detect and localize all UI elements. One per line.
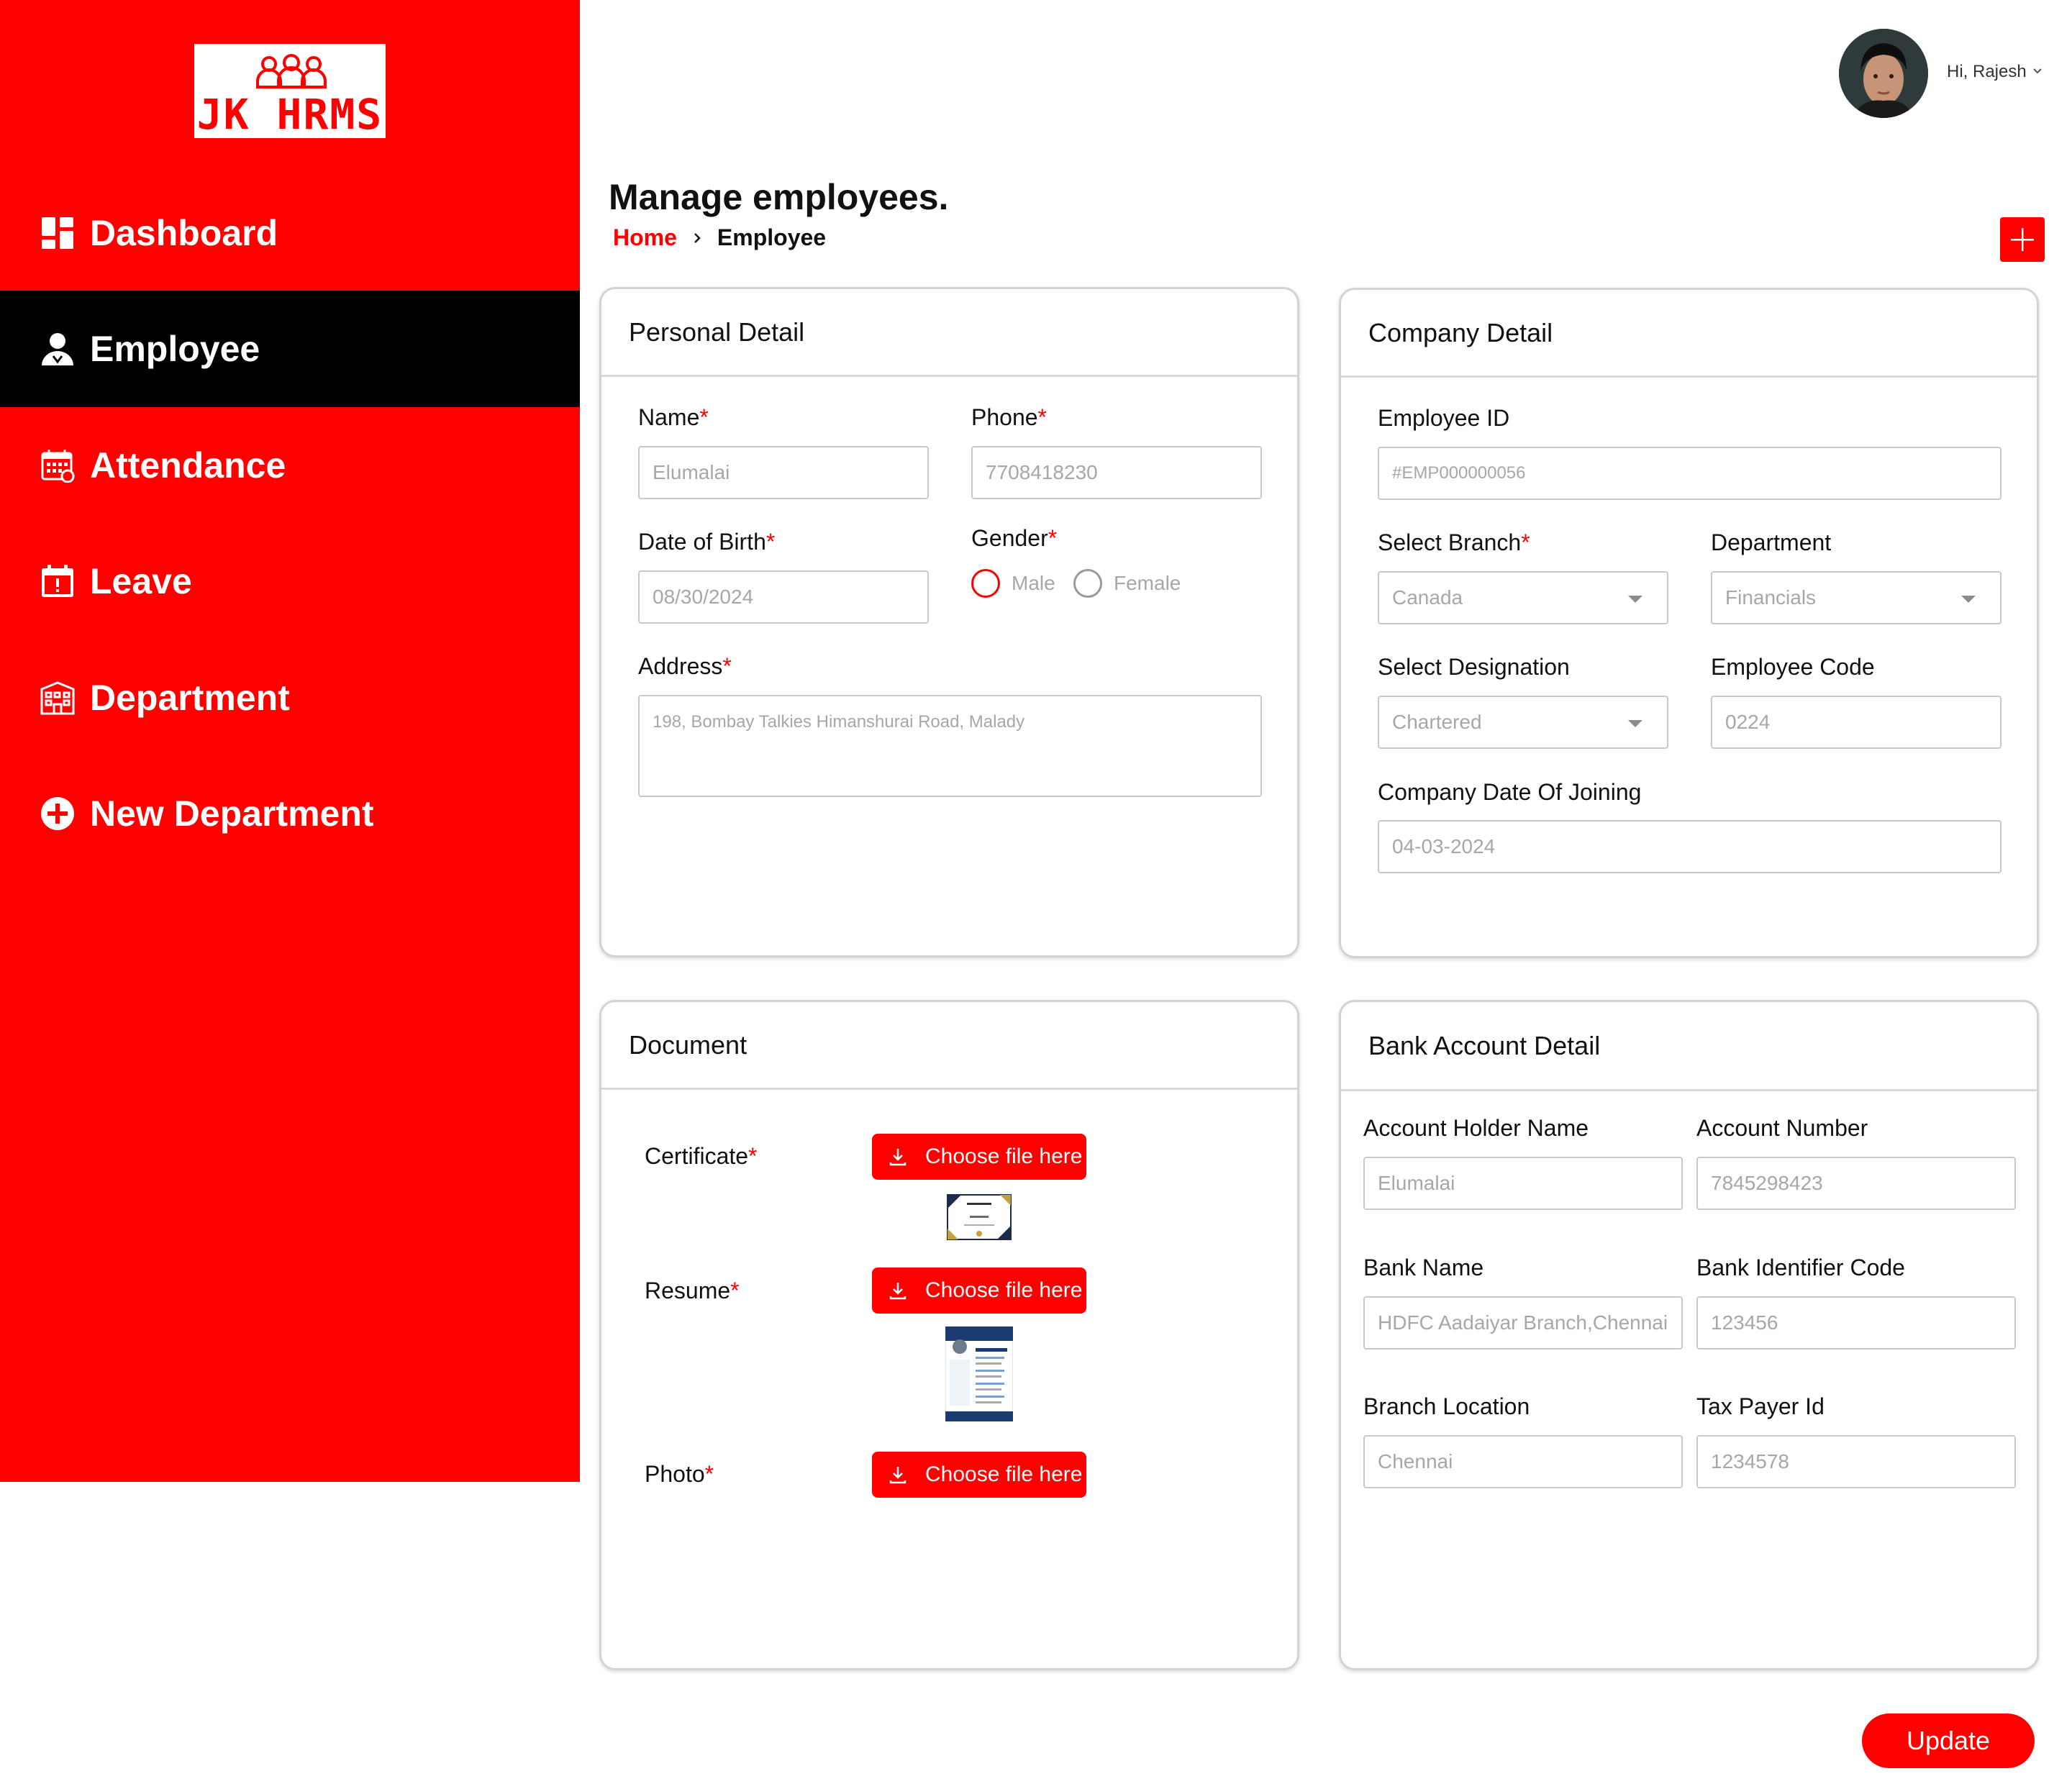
photo-upload-button[interactable]: Choose file here <box>872 1452 1086 1498</box>
account-number-input[interactable]: 7845298423 <box>1696 1157 2016 1210</box>
joining-date-label: Company Date Of Joining <box>1378 779 1642 805</box>
card-title: Bank Account Detail <box>1341 1002 2037 1091</box>
sidebar-item-leave[interactable]: Leave <box>0 523 580 640</box>
gender-male-label: Male <box>1012 572 1055 594</box>
app-logo[interactable]: JK HRMS <box>194 44 386 138</box>
sidebar-item-employee[interactable]: Employee <box>0 291 580 407</box>
download-icon <box>889 1149 906 1166</box>
sidebar-item-label: Employee <box>90 329 260 369</box>
bank-name-input[interactable]: HDFC Aadaiyar Branch,Chennai <box>1363 1296 1683 1350</box>
gender-male-radio[interactable] <box>971 569 1000 598</box>
sidebar-item-label: Department <box>90 678 290 718</box>
department-select[interactable]: Financials <box>1711 571 2001 624</box>
dob-input[interactable]: 08/30/2024 <box>638 570 929 624</box>
calendar-alert-icon <box>40 564 75 599</box>
branch-label: Select Branch* <box>1378 529 1530 555</box>
chevron-down-icon[interactable] <box>2030 63 2045 78</box>
page-title: Manage employees. <box>609 177 949 217</box>
name-input[interactable]: Elumalai <box>638 446 929 499</box>
phone-label: Phone* <box>971 404 1047 430</box>
address-label: Address* <box>638 653 732 679</box>
resume-upload-button[interactable]: Choose file here <box>872 1268 1086 1314</box>
sidebar-item-department[interactable]: Department <box>0 640 580 756</box>
employee-id-label: Employee ID <box>1378 405 1510 431</box>
avatar[interactable] <box>1839 29 1928 118</box>
sidebar-item-label: Attendance <box>90 445 286 486</box>
dashboard-icon <box>40 216 75 250</box>
team-icon <box>256 54 327 88</box>
sidebar-item-label: Dashboard <box>90 213 278 253</box>
branch-select-value: Canada <box>1392 586 1463 609</box>
breadcrumb: Home Employee <box>613 224 826 251</box>
resume-label: Resume* <box>645 1278 740 1303</box>
designation-label: Select Designation <box>1378 654 1570 680</box>
bank-identifier-code-input[interactable]: 123456 <box>1696 1296 2016 1350</box>
address-input[interactable]: 198, Bombay Talkies Himanshurai Road, Ma… <box>638 695 1262 797</box>
plus-circle-icon <box>40 796 75 831</box>
tax-payer-id-input[interactable]: 1234578 <box>1696 1435 2016 1488</box>
card-title: Document <box>601 1002 1297 1090</box>
branch-location-input[interactable]: Chennai <box>1363 1435 1683 1488</box>
photo-label: Photo* <box>645 1461 714 1487</box>
choose-file-label: Choose file here <box>925 1144 1083 1168</box>
personal-detail-card: Personal Detail Name* Elumalai Phone* 77… <box>599 287 1299 957</box>
sidebar-item-dashboard[interactable]: Dashboard <box>0 175 580 291</box>
user-greeting[interactable]: Hi, Rajesh <box>1947 62 2027 82</box>
building-icon <box>40 681 75 715</box>
gender-label: Gender* <box>971 525 1058 551</box>
caret-down-icon <box>1628 596 1642 603</box>
certificate-label: Certificate* <box>645 1143 758 1169</box>
phone-input[interactable]: 7708418230 <box>971 446 1262 499</box>
bank-detail-card: Bank Account Detail Account Holder Name … <box>1339 1000 2039 1670</box>
choose-file-label: Choose file here <box>925 1462 1083 1486</box>
employee-code-label: Employee Code <box>1711 654 1875 680</box>
plus-icon <box>2011 228 2034 251</box>
department-select-value: Financials <box>1725 586 1817 609</box>
employee-code-input[interactable]: 0224 <box>1711 696 2001 749</box>
download-icon <box>889 1467 906 1484</box>
name-label: Name* <box>638 404 709 430</box>
sidebar: JK HRMS Dashboard Employee Attendance Le… <box>0 0 580 1482</box>
certificate-preview-image[interactable] <box>947 1194 1012 1240</box>
breadcrumb-current: Employee <box>717 224 827 250</box>
account-holder-label: Account Holder Name <box>1363 1115 1589 1141</box>
chevron-right-icon <box>694 232 701 243</box>
bank-name-label: Bank Name <box>1363 1255 1484 1280</box>
sidebar-item-label: New Department <box>90 793 374 834</box>
logo-text: JK HRMS <box>196 90 383 139</box>
download-icon <box>889 1283 906 1300</box>
resume-preview-image[interactable] <box>945 1326 1013 1421</box>
breadcrumb-home-link[interactable]: Home <box>613 224 677 251</box>
tax-payer-id-label: Tax Payer Id <box>1696 1393 1825 1419</box>
certificate-upload-button[interactable]: Choose file here <box>872 1134 1086 1180</box>
company-detail-card: Company Detail Employee ID #EMP000000056… <box>1339 288 2039 958</box>
document-card: Document Certificate* Choose file here R… <box>599 1000 1299 1670</box>
user-icon <box>40 332 75 366</box>
add-employee-button[interactable] <box>2000 217 2045 262</box>
calendar-icon <box>40 448 75 483</box>
account-number-label: Account Number <box>1696 1115 1868 1141</box>
card-title: Company Detail <box>1341 290 2037 378</box>
bank-identifier-code-label: Bank Identifier Code <box>1696 1255 1905 1280</box>
dob-label: Date of Birth* <box>638 529 776 555</box>
card-title: Personal Detail <box>601 289 1297 377</box>
choose-file-label: Choose file here <box>925 1278 1083 1302</box>
update-button[interactable]: Update <box>1862 1714 2035 1768</box>
sidebar-item-label: Leave <box>90 561 192 601</box>
caret-down-icon <box>1961 596 1976 603</box>
employee-id-input[interactable]: #EMP000000056 <box>1378 447 2001 500</box>
designation-select[interactable]: Chartered <box>1378 696 1668 749</box>
sidebar-item-new-department[interactable]: New Department <box>0 755 580 872</box>
department-label: Department <box>1711 529 1832 555</box>
branch-location-label: Branch Location <box>1363 1393 1530 1419</box>
gender-female-radio[interactable] <box>1073 569 1102 598</box>
caret-down-icon <box>1628 720 1642 727</box>
designation-select-value: Chartered <box>1392 711 1482 733</box>
sidebar-item-attendance[interactable]: Attendance <box>0 407 580 524</box>
gender-female-label: Female <box>1114 572 1181 594</box>
account-holder-input[interactable]: Elumalai <box>1363 1157 1683 1210</box>
branch-select[interactable]: Canada <box>1378 571 1668 624</box>
joining-date-input[interactable]: 04-03-2024 <box>1378 820 2001 873</box>
